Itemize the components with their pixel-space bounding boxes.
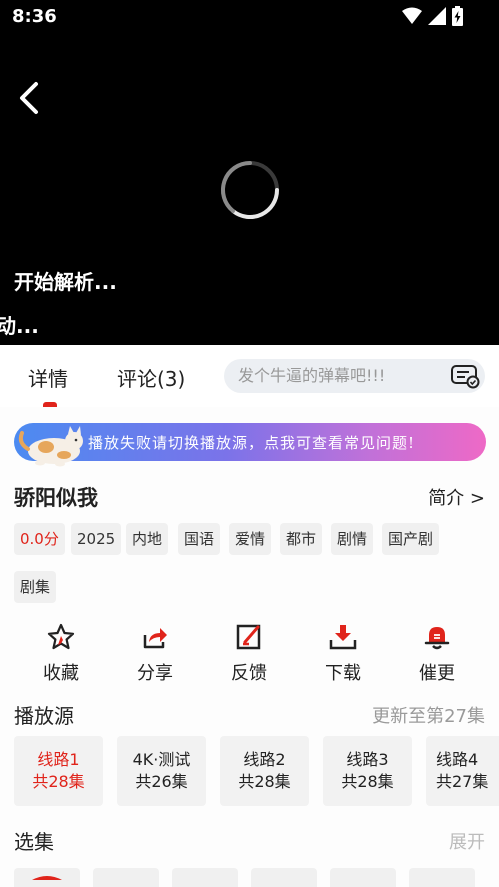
loading-spinner-icon: [220, 161, 279, 219]
playing-indicator-icon: [32, 876, 62, 880]
tag-genre-drama[interactable]: 剧情: [331, 523, 374, 555]
episode-item[interactable]: [330, 868, 396, 887]
source-line-1[interactable]: 线路1 共28集: [14, 736, 103, 806]
download-label: 下载: [325, 663, 361, 684]
feedback-button[interactable]: 反馈: [217, 623, 281, 685]
source-count: 共26集: [135, 772, 188, 791]
wifi-icon: [402, 7, 422, 24]
source-4k-test[interactable]: 4K·测试 共26集: [117, 736, 206, 806]
share-icon: [143, 628, 167, 649]
sources-title: 播放源: [14, 704, 74, 728]
edit-icon: [236, 624, 261, 650]
status-icons: [402, 6, 463, 26]
source-name: 线路1: [37, 750, 80, 769]
danmaku-settings-button[interactable]: [449, 363, 481, 389]
source-line-2[interactable]: 线路2 共28集: [220, 736, 309, 806]
status-bar: 8:36: [0, 0, 499, 34]
video-player[interactable]: 8:36 开始解析... 动...: [0, 0, 499, 345]
source-name: 4K·测试: [132, 750, 191, 769]
source-line-4[interactable]: 线路4 共27集: [426, 736, 499, 806]
source-count: 共28集: [32, 772, 85, 791]
cat-mascot-icon: [18, 426, 83, 467]
favorite-label: 收藏: [43, 663, 79, 684]
source-count: 共27集: [436, 772, 489, 791]
signal-icon: [428, 7, 446, 25]
star-icon: [47, 623, 75, 650]
danmaku-input[interactable]: [238, 366, 428, 385]
download-icon: [329, 625, 357, 650]
tag-region[interactable]: 内地: [126, 523, 169, 555]
episode-item[interactable]: [172, 868, 238, 887]
show-title: 骄阳似我: [14, 486, 98, 510]
bell-icon: [424, 627, 450, 650]
danmaku-input-box[interactable]: [224, 359, 485, 393]
status-time: 8:36: [12, 6, 57, 27]
episodes-title: 选集: [14, 830, 54, 854]
tag-genre-urban[interactable]: 都市: [280, 523, 323, 555]
detail-content: 播放失败请切换播放源，点我可查看常见问题! 骄阳似我 简介 > 0.0分 202…: [0, 407, 499, 887]
share-button[interactable]: 分享: [123, 623, 187, 685]
source-name: 线路2: [243, 750, 286, 769]
source-count: 共28集: [238, 772, 291, 791]
source-name: 线路4: [436, 750, 479, 769]
detail-tabs: 详情 评论(3): [0, 345, 499, 407]
tag-category[interactable]: 国产剧: [382, 523, 440, 555]
feedback-label: 反馈: [231, 663, 267, 684]
battery-charging-icon: [452, 6, 463, 26]
source-count: 共28集: [341, 772, 394, 791]
tag-year[interactable]: 2025: [71, 523, 122, 555]
intro-link[interactable]: 简介 >: [428, 484, 485, 510]
playback-help-banner[interactable]: 播放失败请切换播放源，点我可查看常见问题!: [14, 423, 486, 467]
chevron-left-icon: [20, 82, 38, 114]
urge-update-label: 催更: [419, 663, 455, 684]
tag-score: 0.0分: [14, 523, 65, 555]
share-label: 分享: [137, 663, 173, 684]
tag-language[interactable]: 国语: [178, 523, 221, 555]
parse-status-text: 开始解析...: [14, 270, 117, 294]
tab-comments[interactable]: 评论(3): [117, 363, 185, 392]
urge-update-button[interactable]: 催更: [405, 623, 469, 685]
update-status: 更新至第27集: [372, 706, 485, 727]
episode-item[interactable]: [251, 868, 317, 887]
episode-item[interactable]: [93, 868, 159, 887]
tag-type[interactable]: 剧集: [14, 571, 57, 603]
banner-text: 播放失败请切换播放源，点我可查看常见问题!: [88, 434, 416, 452]
source-line-3[interactable]: 线路3 共28集: [323, 736, 412, 806]
tab-detail[interactable]: 详情: [28, 363, 68, 392]
expand-episodes-button[interactable]: 展开: [449, 828, 485, 854]
loading-status-text: 动...: [0, 314, 39, 338]
back-button[interactable]: [14, 78, 46, 118]
download-button[interactable]: 下载: [311, 623, 375, 685]
episode-item[interactable]: [409, 868, 475, 887]
danmaku-settings-icon: [451, 365, 480, 389]
episode-item-active[interactable]: [14, 868, 80, 887]
favorite-button[interactable]: 收藏: [29, 623, 93, 685]
source-name: 线路3: [346, 750, 389, 769]
tag-genre-romance[interactable]: 爱情: [229, 523, 272, 555]
